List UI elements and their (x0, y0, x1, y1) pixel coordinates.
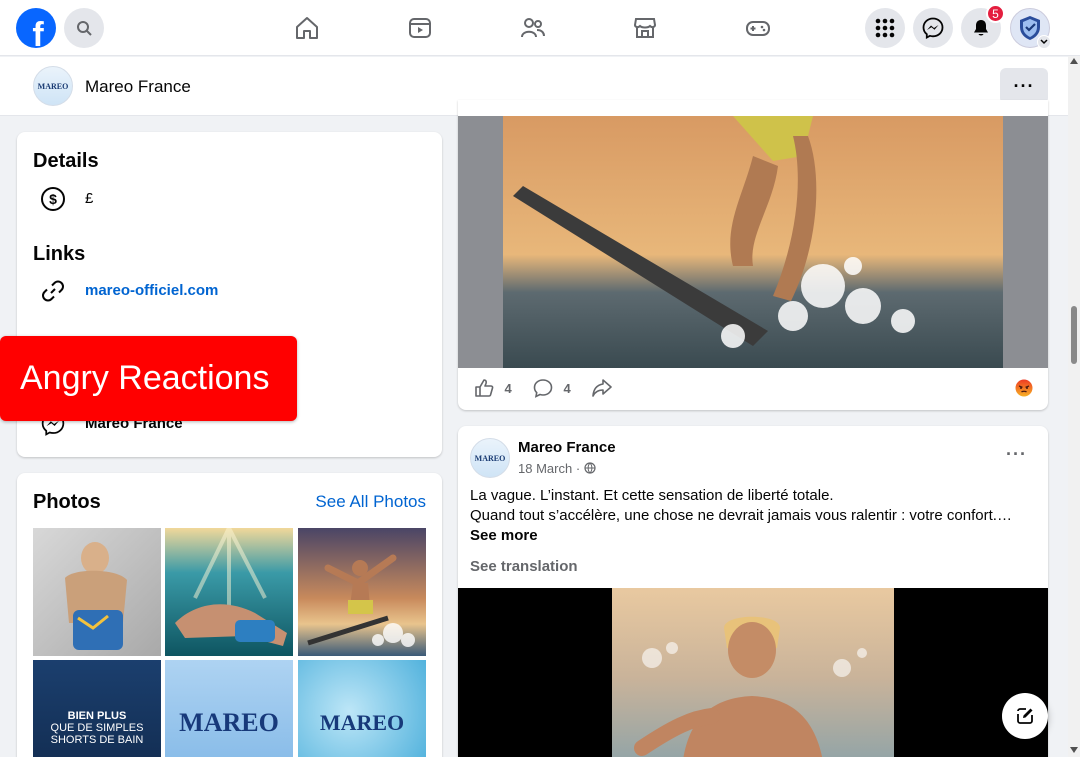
comment-icon (533, 379, 553, 398)
post-author-avatar[interactable]: MAREO (470, 438, 510, 478)
page-more-button[interactable]: ··· (1000, 68, 1048, 104)
post-author-name[interactable]: Mareo France (518, 439, 616, 456)
photos-title: Photos (33, 491, 101, 513)
comment-button[interactable]: 4 (533, 378, 571, 398)
scroll-up-icon[interactable] (1070, 58, 1078, 64)
search-icon (77, 21, 92, 36)
compose-icon (1017, 708, 1033, 724)
photo-thumbnail[interactable]: BIEN PLUS QUE DE SIMPLES SHORTS DE BAIN (33, 660, 161, 757)
scroll-down-icon[interactable] (1070, 747, 1078, 753)
link-icon (40, 278, 66, 304)
post-card: 4 4 (458, 100, 1048, 410)
marketplace-tab[interactable] (631, 14, 659, 42)
video-icon (409, 18, 431, 38)
menu-button[interactable] (865, 8, 905, 48)
notifications-button[interactable]: 5 (961, 4, 1005, 48)
more-icon: ··· (1013, 75, 1035, 96)
messenger-button[interactable] (913, 8, 953, 48)
svg-text:$: $ (49, 191, 57, 207)
photos-card: Photos See All Photos BIEN PLUS QUE DE S… (17, 473, 442, 757)
see-all-photos-link[interactable]: See All Photos (315, 492, 426, 512)
page-name[interactable]: Mareo France (85, 77, 191, 97)
like-icon (475, 379, 494, 397)
photo-thumbnail[interactable] (33, 528, 161, 656)
angry-reaction-icon[interactable] (1015, 379, 1033, 402)
profile-avatar[interactable] (1010, 8, 1051, 49)
photo-thumbnail[interactable] (298, 528, 426, 656)
gaming-tab[interactable] (744, 14, 772, 42)
messenger-icon (922, 17, 944, 39)
gaming-icon (746, 21, 770, 36)
new-message-button[interactable] (1002, 693, 1048, 739)
globe-icon (584, 462, 596, 474)
post-card: MAREO Mareo France 18 March · ··· La vag… (458, 426, 1048, 757)
comment-count: 4 (563, 380, 571, 396)
links-title: Links (33, 243, 86, 265)
see-translation-link[interactable]: See translation (470, 558, 578, 575)
details-title: Details (33, 150, 99, 172)
photo-thumbnail[interactable] (165, 528, 293, 656)
website-link[interactable]: mareo-officiel.com (85, 282, 218, 299)
photo-thumbnail[interactable]: MAREO (298, 660, 426, 757)
post-more-button[interactable]: ··· (1006, 444, 1027, 465)
price-icon: $ (40, 186, 66, 212)
post-text-line: Quand tout s’accélère, une chose ne devr… (470, 507, 1012, 524)
top-navigation: f 5 (0, 0, 1080, 56)
bell-icon (974, 20, 988, 36)
search-button[interactable] (64, 8, 104, 48)
page-avatar[interactable]: MAREO (33, 66, 73, 106)
post-media[interactable] (458, 116, 1048, 368)
price-range-value: £ (85, 190, 94, 207)
marketplace-icon (633, 18, 657, 38)
more-icon: ··· (1006, 444, 1027, 464)
scroll-thumb[interactable] (1071, 306, 1077, 364)
menu-grid-icon (875, 18, 895, 38)
post-text-line: La vague. L’instant. Et cette sensation … (470, 487, 834, 504)
friends-icon (521, 18, 545, 38)
like-button[interactable]: 4 (474, 378, 512, 398)
share-icon (592, 379, 612, 397)
video-tab[interactable] (406, 14, 434, 42)
like-count: 4 (504, 380, 512, 396)
friends-tab[interactable] (519, 14, 547, 42)
angry-reactions-label: Angry Reactions (0, 336, 297, 421)
home-tab[interactable] (293, 14, 321, 42)
facebook-logo-icon[interactable]: f (16, 8, 56, 48)
chevron-down-icon (1037, 35, 1051, 49)
post-date[interactable]: 18 March · (518, 461, 596, 476)
photo-thumbnail[interactable]: MAREO (165, 660, 293, 757)
page-scrollbar[interactable] (1068, 56, 1080, 757)
share-button[interactable] (591, 378, 613, 403)
see-more-link[interactable]: See more (470, 527, 538, 544)
notification-badge: 5 (986, 4, 1005, 23)
home-icon (296, 17, 318, 39)
post-media[interactable] (458, 588, 1048, 757)
